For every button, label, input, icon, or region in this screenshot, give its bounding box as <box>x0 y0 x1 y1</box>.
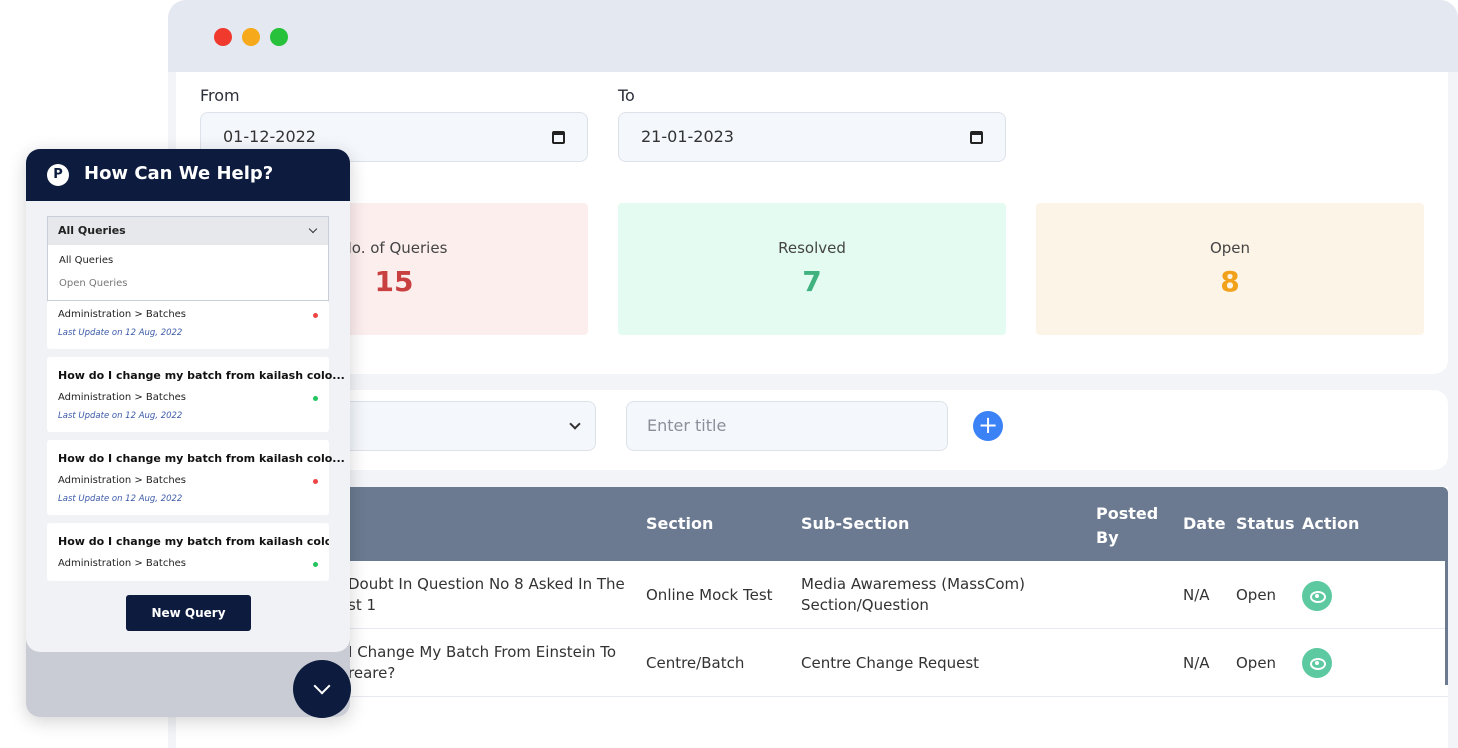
minimize-window-icon[interactable] <box>242 28 260 46</box>
option-open-queries[interactable]: Open Queries <box>59 278 128 289</box>
filter-stats-panel: From 01-12-2022 To 21-01-2023 No. of Que… <box>176 72 1448 374</box>
query-section: Administration > Batches <box>58 475 187 486</box>
query-card[interactable]: How do I change my batch from kailash co… <box>47 357 345 432</box>
close-window-icon[interactable] <box>214 28 232 46</box>
help-widget-panel: P How Can We Help? All Queries All Queri… <box>26 149 350 652</box>
to-date-input[interactable]: 21-01-2023 <box>618 112 1006 162</box>
query-updated: Last Update on 12 Aug, 2022 <box>58 328 183 338</box>
query-filter-value: All Queries <box>58 224 126 237</box>
help-widget: P How Can We Help? All Queries All Queri… <box>26 149 350 717</box>
header-posted-by: Posted By <box>1096 504 1159 547</box>
open-card: Open 8 <box>1036 203 1424 335</box>
add-query-button[interactable]: + <box>973 411 1003 441</box>
new-query-button[interactable]: New Query <box>126 595 251 631</box>
query-section: Administration > Batches <box>58 558 187 569</box>
help-widget-title: How Can We Help? <box>84 163 274 184</box>
row-date: N/A <box>1183 654 1210 672</box>
resolved-label: Resolved <box>778 239 846 257</box>
chevron-down-icon <box>313 677 331 695</box>
header-status: Status <box>1236 514 1295 533</box>
calendar-icon[interactable] <box>970 131 983 144</box>
status-dot-icon <box>313 313 318 318</box>
row-title-line: Doubt In Question No 8 Asked In The <box>348 575 625 593</box>
search-panel: Enter title + <box>176 390 1448 470</box>
query-title: How do I change my batch from kailash co… <box>58 369 345 382</box>
query-filter-options: All Queries Open Queries <box>47 245 329 301</box>
query-title: How do I change my batch from kailash co… <box>58 535 329 548</box>
header-action: Action <box>1302 514 1360 533</box>
row-date: N/A <box>1183 586 1210 604</box>
view-eye-icon[interactable] <box>1302 648 1332 678</box>
row-title-line: I Change My Batch From Einstein To <box>348 643 617 661</box>
view-eye-icon[interactable] <box>1302 581 1332 611</box>
open-value: 8 <box>1220 265 1240 298</box>
chevron-down-icon <box>569 418 581 430</box>
to-label: To <box>618 86 635 105</box>
browser-window: From 01-12-2022 To 21-01-2023 No. of Que… <box>168 0 1458 748</box>
query-title: How do I change my batch from kailash co… <box>58 452 345 465</box>
collapse-widget-button[interactable] <box>293 660 351 718</box>
resolved-value: 7 <box>802 265 822 298</box>
window-titlebar <box>168 0 1458 72</box>
row-subsection-line: Centre Change Request <box>801 654 980 672</box>
row-title-line: st 1 <box>348 596 377 614</box>
calendar-icon[interactable] <box>552 131 565 144</box>
table-header: Section Sub-Section Posted By Date Statu… <box>176 487 1448 561</box>
query-updated: Last Update on 12 Aug, 2022 <box>58 494 183 504</box>
query-card[interactable]: Administration > Batches Last Update on … <box>47 301 329 349</box>
row-section: Online Mock Test <box>646 586 773 604</box>
query-updated: Last Update on 12 Aug, 2022 <box>58 411 183 421</box>
maximize-window-icon[interactable] <box>270 28 288 46</box>
header-subsection: Sub-Section <box>801 514 910 533</box>
queries-table: Section Sub-Section Posted By Date Statu… <box>176 487 1448 748</box>
table-scrollbar[interactable] <box>1445 561 1448 685</box>
row-subsection-line: Section/Question <box>801 596 929 614</box>
header-date: Date <box>1183 514 1226 533</box>
row-status: Open <box>1236 586 1277 604</box>
status-dot-icon <box>313 479 318 484</box>
query-filter-select[interactable]: All Queries <box>47 216 329 246</box>
section-select[interactable] <box>336 401 596 451</box>
row-status: Open <box>1236 654 1277 672</box>
status-dot-icon <box>313 396 318 401</box>
row-title-line: reare? <box>348 664 396 682</box>
help-widget-header: P How Can We Help? <box>26 149 350 201</box>
query-card[interactable]: How do I change my batch from kailash co… <box>47 523 329 581</box>
chevron-down-icon <box>308 224 318 234</box>
option-all-queries[interactable]: All Queries <box>59 255 113 266</box>
title-input[interactable]: Enter title <box>626 401 948 451</box>
row-subsection-line: Media Awaremess (MassCom) <box>801 575 1025 593</box>
query-card[interactable]: How do I change my batch from kailash co… <box>47 440 345 515</box>
to-date-value: 21-01-2023 <box>641 127 734 146</box>
row-section: Centre/Batch <box>646 654 745 672</box>
open-label: Open <box>1209 239 1251 257</box>
table-row[interactable]: I Change My Batch From Einstein To reare… <box>176 629 1448 697</box>
resolved-card: Resolved 7 <box>618 203 1006 335</box>
from-label: From <box>200 86 240 105</box>
table-row[interactable]: Doubt In Question No 8 Asked In The st 1… <box>176 561 1448 629</box>
header-section: Section <box>646 514 714 533</box>
from-date-value: 01-12-2022 <box>223 127 316 146</box>
brand-logo: P <box>47 164 69 186</box>
query-section: Administration > Batches <box>58 309 187 320</box>
query-section: Administration > Batches <box>58 392 187 403</box>
status-dot-icon <box>313 562 318 567</box>
